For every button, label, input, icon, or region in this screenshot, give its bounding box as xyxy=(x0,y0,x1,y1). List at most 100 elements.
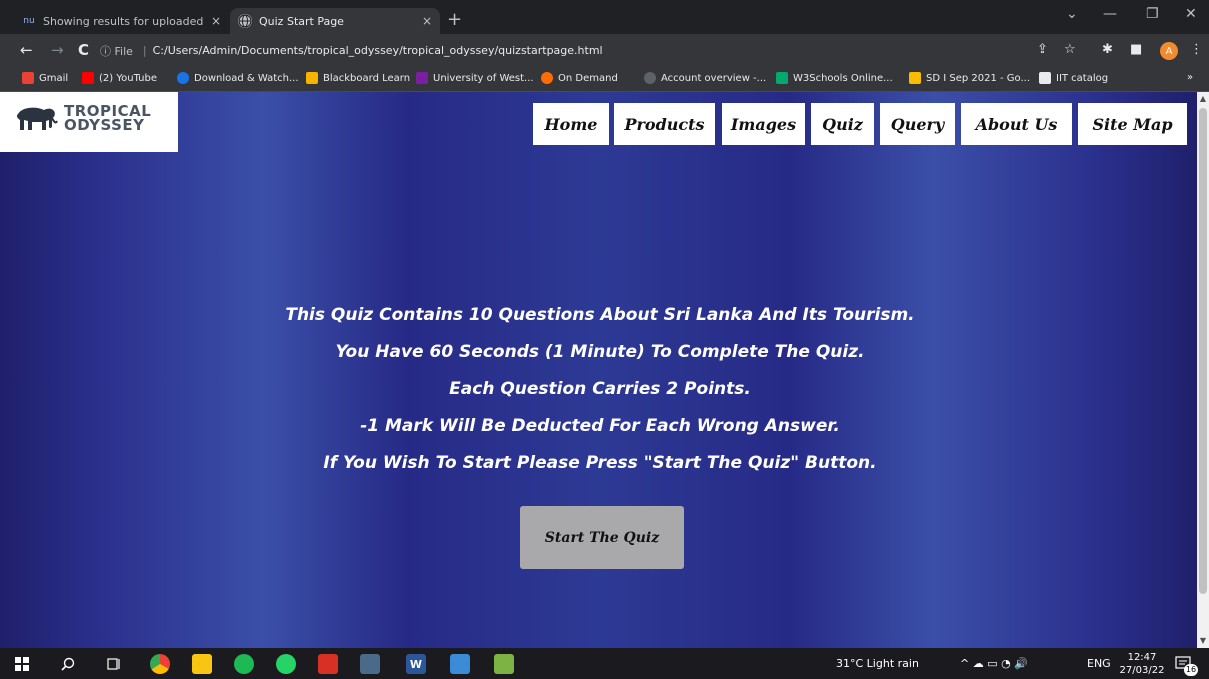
restore-button[interactable]: ❐ xyxy=(1146,6,1159,22)
instruction-line: Each Question Carries 2 Points. xyxy=(449,379,751,399)
nav-about-us[interactable]: About Us xyxy=(961,103,1072,145)
bookmark-on-demand[interactable]: On Demand xyxy=(541,72,618,84)
browser-tab-strip: nu Showing results for uploaded file × Q… xyxy=(0,0,1209,34)
tab-title: Quiz Start Page xyxy=(259,14,344,28)
logo-line-2: ODYSSEY xyxy=(64,116,145,134)
bookmark-w3schools[interactable]: W3Schools Online... xyxy=(776,72,893,84)
instruction-line: You Have 60 Seconds (1 Minute) To Comple… xyxy=(335,342,865,362)
new-tab-button[interactable]: + xyxy=(447,9,462,30)
bookmarks-more-button[interactable]: » xyxy=(1187,72,1193,83)
clock-date: 27/03/22 xyxy=(1119,665,1165,676)
nav-query[interactable]: Query xyxy=(880,103,955,145)
play-icon xyxy=(177,72,189,84)
clock[interactable]: 12:47 27/03/22 xyxy=(1117,651,1167,677)
file-explorer-icon[interactable] xyxy=(192,654,212,674)
bookmark-iit-catalog[interactable]: IIT catalog xyxy=(1039,72,1108,84)
bookmark-star-icon[interactable]: ☆ xyxy=(1064,42,1076,57)
tab-search-results[interactable]: nu Showing results for uploaded file × xyxy=(14,8,229,34)
photos-icon[interactable] xyxy=(450,654,470,674)
quiz-instructions: This Quiz Contains 10 Questions About Sr… xyxy=(200,297,1000,482)
gmail-icon xyxy=(22,72,34,84)
close-window-button[interactable]: ✕ xyxy=(1185,6,1197,22)
bookmark-gmail[interactable]: Gmail xyxy=(22,72,68,84)
quiz-start-page: TROPICAL ODYSSEY Home Products Images Qu… xyxy=(0,92,1197,648)
nav-images[interactable]: Images xyxy=(722,103,805,145)
blackboard-icon xyxy=(306,72,318,84)
address-separator: | xyxy=(142,44,147,57)
tab-quiz-start-page[interactable]: Quiz Start Page × xyxy=(230,8,440,34)
elephant-icon xyxy=(16,107,58,130)
on-demand-icon xyxy=(541,72,553,84)
site-info-icon[interactable]: ⓘ File xyxy=(100,43,133,59)
back-button[interactable]: ← xyxy=(20,41,33,59)
bookmark-account-overview[interactable]: Account overview -... xyxy=(644,72,766,84)
tab-close-icon[interactable]: × xyxy=(422,14,432,28)
catalog-icon xyxy=(1039,72,1051,84)
scrollbar-thumb[interactable] xyxy=(1199,108,1207,594)
bookmark-blackboard[interactable]: Blackboard Learn xyxy=(306,72,410,84)
bookmark-label: Account overview -... xyxy=(661,72,767,84)
minimize-button[interactable]: — xyxy=(1103,6,1117,22)
whatsapp-icon[interactable] xyxy=(276,654,296,674)
app-icon[interactable] xyxy=(360,654,380,674)
system-tray-icons[interactable]: ^ ☁ ▭ ◔ 🔊 xyxy=(960,657,1028,670)
start-quiz-button[interactable]: Start The Quiz xyxy=(520,506,684,569)
nav-home[interactable]: Home xyxy=(533,103,609,145)
bookmark-download-watch[interactable]: Download & Watch... xyxy=(177,72,299,84)
windows-start-icon[interactable] xyxy=(12,654,32,674)
bookmark-sd-drive[interactable]: SD I Sep 2021 - Go... xyxy=(909,72,1030,84)
spotify-icon[interactable] xyxy=(234,654,254,674)
bookmark-label: IIT catalog xyxy=(1056,72,1109,84)
side-panel-icon[interactable]: ■ xyxy=(1130,42,1142,57)
profile-avatar[interactable]: A xyxy=(1160,42,1178,60)
share-icon[interactable]: ⇪ xyxy=(1037,42,1048,57)
reload-button[interactable]: C xyxy=(78,41,89,59)
bookmark-label: Download & Watch... xyxy=(194,72,299,84)
weather-widget[interactable]: 31°C Light rain xyxy=(836,657,919,670)
nav-site-map[interactable]: Site Map xyxy=(1078,103,1187,145)
bookmark-label: Blackboard Learn xyxy=(323,72,411,84)
extensions-icon[interactable]: ✱ xyxy=(1102,42,1113,57)
instruction-line: -1 Mark Will Be Deducted For Each Wrong … xyxy=(360,416,840,436)
address-bar[interactable]: ⓘ File | C:/Users/Admin/Documents/tropic… xyxy=(100,38,1100,63)
w3schools-icon xyxy=(776,72,788,84)
address-url: C:/Users/Admin/Documents/tropical_odysse… xyxy=(152,44,603,57)
account-icon xyxy=(644,72,656,84)
bookmark-label: W3Schools Online... xyxy=(793,72,893,84)
task-view-icon[interactable] xyxy=(104,654,124,674)
bookmark-youtube[interactable]: (2) YouTube xyxy=(82,72,157,84)
instruction-line: If You Wish To Start Please Press "Start… xyxy=(323,453,877,473)
scroll-down-arrow-icon[interactable]: ▼ xyxy=(1197,634,1209,648)
forward-button[interactable]: → xyxy=(51,41,64,59)
tab-close-icon[interactable]: × xyxy=(211,14,221,28)
bookmark-label: Gmail xyxy=(39,72,69,84)
browser-toolbar: ← → C ⓘ File | C:/Users/Admin/Documents/… xyxy=(0,34,1209,67)
bookmark-label: On Demand xyxy=(558,72,618,84)
bookmarks-bar: Gmail (2) YouTube Download & Watch... Bl… xyxy=(0,67,1209,92)
logo-text: TROPICAL ODYSSEY xyxy=(64,104,151,134)
nav-quiz[interactable]: Quiz xyxy=(811,103,874,145)
instruction-line: This Quiz Contains 10 Questions About Sr… xyxy=(285,305,915,325)
windows-taskbar: W 31°C Light rain ^ ☁ ▭ ◔ 🔊 ENG 12:47 27… xyxy=(0,648,1209,679)
tab-favicon: nu xyxy=(23,16,35,26)
chrome-icon[interactable] xyxy=(150,654,170,674)
tab-title: Showing results for uploaded file xyxy=(43,14,207,28)
notification-count-badge: 16 xyxy=(1184,664,1198,676)
bookmark-label: (2) YouTube xyxy=(99,72,158,84)
search-icon[interactable] xyxy=(58,654,78,674)
scroll-up-arrow-icon[interactable]: ▲ xyxy=(1197,92,1209,106)
acrobat-icon[interactable] xyxy=(318,654,338,674)
university-icon xyxy=(416,72,428,84)
nav-products[interactable]: Products xyxy=(614,103,715,145)
browser-menu-icon[interactable]: ⋮ xyxy=(1190,42,1203,57)
site-logo[interactable]: TROPICAL ODYSSEY xyxy=(0,92,178,152)
language-indicator[interactable]: ENG xyxy=(1087,657,1111,670)
notepad-icon[interactable] xyxy=(494,654,514,674)
globe-icon xyxy=(238,14,252,28)
tab-search-dropdown-icon[interactable]: ⌄ xyxy=(1066,6,1078,22)
drive-icon xyxy=(909,72,921,84)
page-scrollbar[interactable]: ▲ ▼ xyxy=(1197,92,1209,648)
clock-time: 12:47 xyxy=(1127,652,1157,663)
word-icon[interactable]: W xyxy=(406,654,426,674)
bookmark-university[interactable]: University of West... xyxy=(416,72,534,84)
